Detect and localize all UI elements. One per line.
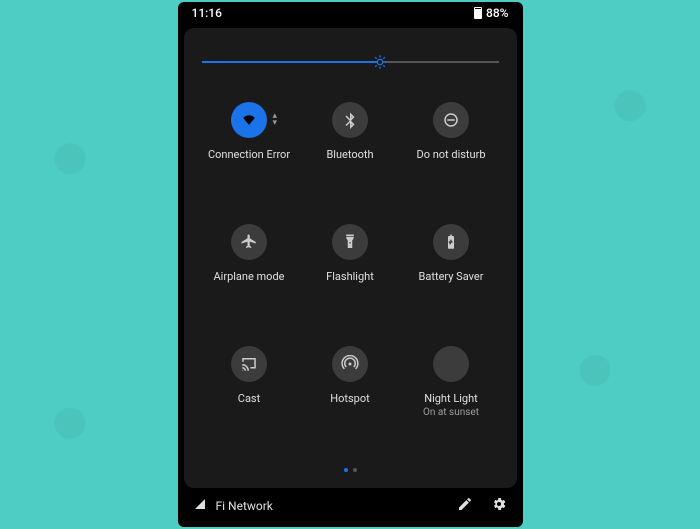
carrier-info[interactable]: Fi Network <box>194 498 457 513</box>
tile-label: Cast <box>238 392 260 406</box>
tile-flashlight[interactable]: Flashlight <box>301 222 400 342</box>
tiles-grid: ▴▾ Connection Error Bluetooth <box>200 100 501 464</box>
tile-label: Bluetooth <box>326 148 373 162</box>
edit-button[interactable] <box>457 496 473 515</box>
tile-hotspot[interactable]: Hotspot <box>301 344 400 464</box>
bluetooth-icon <box>332 102 368 138</box>
status-time: 11:16 <box>192 6 222 20</box>
tile-wifi[interactable]: ▴▾ Connection Error <box>200 100 299 220</box>
battery-percent: 88% <box>486 6 508 20</box>
cast-icon <box>231 346 267 382</box>
status-bar: 11:16 88% <box>178 2 523 24</box>
tile-sublabel: On at sunset <box>423 406 479 419</box>
tile-night-light[interactable]: Night Light On at sunset <box>402 344 501 464</box>
settings-button[interactable] <box>491 496 507 515</box>
wifi-icon <box>231 102 267 138</box>
airplane-icon <box>231 224 267 260</box>
do-not-disturb-icon <box>433 102 469 138</box>
tile-label: Night Light <box>424 392 478 406</box>
page-indicator <box>200 464 501 480</box>
tile-airplane-mode[interactable]: Airplane mode <box>200 222 299 342</box>
tile-bluetooth[interactable]: Bluetooth <box>301 100 400 220</box>
tile-cast[interactable]: Cast <box>200 344 299 464</box>
battery-icon <box>474 7 482 19</box>
battery-saver-icon <box>433 224 469 260</box>
expand-caret-icon[interactable]: ▴▾ <box>272 113 277 127</box>
page-dot-0[interactable] <box>344 468 348 472</box>
quick-settings-panel: ▴▾ Connection Error Bluetooth <box>184 28 517 488</box>
tile-label: Do not disturb <box>416 148 485 162</box>
brightness-fill <box>202 61 380 63</box>
brightness-track <box>202 61 499 63</box>
tile-label: Airplane mode <box>213 270 284 284</box>
status-right: 88% <box>474 6 508 20</box>
brightness-thumb[interactable] <box>372 54 388 70</box>
brightness-slider[interactable] <box>200 52 501 80</box>
tile-label: Connection Error <box>208 148 290 162</box>
flashlight-icon <box>332 224 368 260</box>
tile-label: Hotspot <box>330 392 369 406</box>
tile-label: Battery Saver <box>419 270 484 284</box>
signal-icon <box>194 498 206 513</box>
tile-battery-saver[interactable]: Battery Saver <box>402 222 501 342</box>
qs-footer: Fi Network <box>178 488 523 527</box>
tile-label: Flashlight <box>326 270 374 284</box>
tile-do-not-disturb[interactable]: Do not disturb <box>402 100 501 220</box>
hotspot-icon <box>332 346 368 382</box>
carrier-label: Fi Network <box>216 499 273 513</box>
night-light-icon <box>433 346 469 382</box>
page-dot-1[interactable] <box>353 468 357 472</box>
phone-frame: 11:16 88% <box>178 2 523 527</box>
